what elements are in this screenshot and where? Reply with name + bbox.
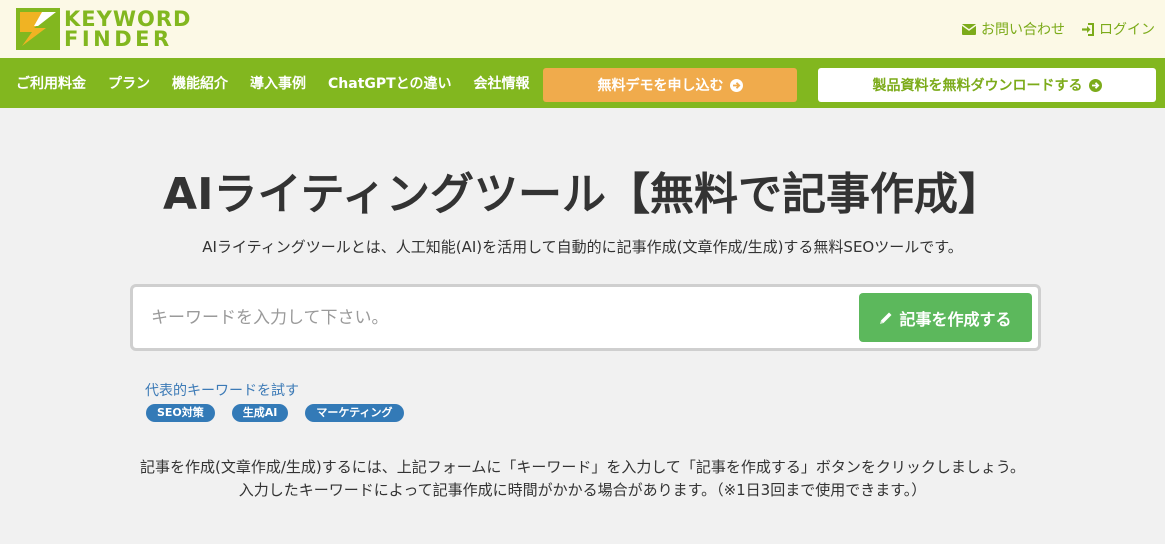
- sign-in-icon: [1082, 22, 1094, 36]
- top-links: お問い合わせ ログイン: [962, 19, 1155, 39]
- sample-keyword-tags: SEO対策 生成AI マーケティング: [146, 404, 404, 422]
- top-header: KEYWORD FINDER お問い合わせ ログイン: [0, 0, 1165, 58]
- try-keywords-label[interactable]: 代表的キーワードを試す: [145, 380, 299, 400]
- download-brochure-button[interactable]: 製品資料を無料ダウンロードする: [818, 68, 1156, 102]
- contact-label: お問い合わせ: [981, 22, 1065, 38]
- envelope-icon: [962, 23, 976, 35]
- nav-item-cases[interactable]: 導入事例: [250, 73, 306, 93]
- page-subtitle: AIライティングツールとは、人工知能(AI)を活用して自動的に記事作成(文章作成…: [202, 238, 963, 256]
- logo-line2: FINDER: [64, 27, 173, 51]
- nav-item-pricing[interactable]: ご利用料金: [16, 73, 86, 93]
- create-article-button[interactable]: 記事を作成する: [859, 293, 1032, 342]
- circle-arrow-right-icon: [729, 78, 743, 92]
- pencil-icon: [880, 312, 892, 324]
- free-demo-button[interactable]: 無料デモを申し込む: [543, 68, 797, 102]
- keyword-input[interactable]: [133, 287, 853, 348]
- logo-line1: KEYWORD: [64, 7, 192, 31]
- login-link[interactable]: ログイン: [1081, 19, 1155, 39]
- lightning-logo-icon: [16, 8, 60, 50]
- download-brochure-label: 製品資料を無料ダウンロードする: [872, 78, 1083, 94]
- nav-item-company[interactable]: 会社情報: [474, 73, 530, 93]
- circle-arrow-right-icon: [1088, 78, 1102, 92]
- page-title: AIライティングツール【無料で記事作成】: [163, 169, 1002, 220]
- free-demo-label: 無料デモを申し込む: [597, 78, 724, 94]
- nav-item-chatgpt-diff[interactable]: ChatGPTとの違い: [328, 73, 452, 93]
- tag-generative-ai[interactable]: 生成AI: [231, 404, 289, 422]
- logo[interactable]: KEYWORD FINDER: [16, 8, 191, 50]
- nav-item-plans[interactable]: プラン: [108, 73, 150, 93]
- nav-items: ご利用料金 プラン 機能紹介 導入事例 ChatGPTとの違い 会社情報: [16, 73, 530, 93]
- create-article-label: 記事を作成する: [899, 309, 1012, 329]
- contact-link[interactable]: お問い合わせ: [962, 19, 1065, 39]
- logo-text: KEYWORD FINDER: [64, 7, 192, 51]
- instructions-line2: 入力したキーワードによって記事作成に時間がかかる場合があります。（※1日3回まで…: [238, 481, 927, 499]
- instructions-line1: 記事を作成(文章作成/生成)するには、上記フォームに「キーワード」を入力して「記…: [140, 458, 1025, 476]
- tag-marketing[interactable]: マーケティング: [305, 404, 404, 422]
- nav-item-features[interactable]: 機能紹介: [172, 73, 228, 93]
- keyword-form: 記事を作成する: [130, 284, 1041, 351]
- tag-seo[interactable]: SEO対策: [146, 404, 215, 422]
- login-label: ログイン: [1099, 22, 1155, 38]
